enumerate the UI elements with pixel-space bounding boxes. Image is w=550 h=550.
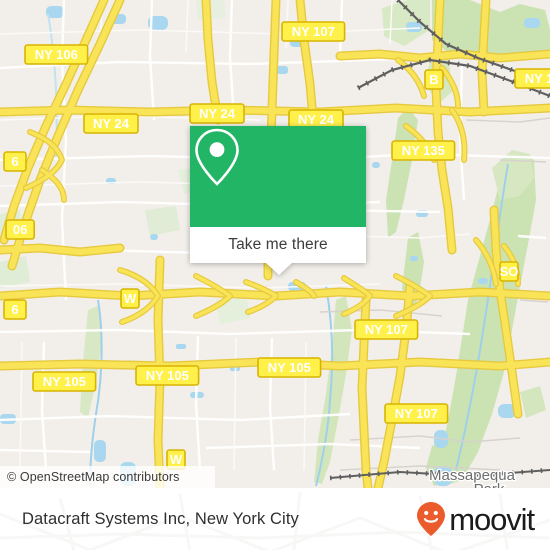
road-shield-label: NY 24 — [298, 112, 335, 127]
road-shield: 06 — [5, 219, 36, 240]
road-shield-label: NY 105 — [268, 360, 311, 375]
road-shield-label: W — [170, 452, 183, 467]
road-shield-label: W — [124, 291, 137, 306]
road-shield: NY 106 — [24, 44, 89, 65]
road-shield-label: 06 — [13, 222, 27, 237]
road-shield: NY 107 — [384, 403, 449, 424]
road-shield: NY 109 — [514, 68, 550, 89]
road-shield: NY 105 — [135, 365, 200, 386]
road-shield-label: NY 106 — [35, 47, 78, 62]
popup-pointer — [266, 263, 292, 275]
moovit-logo[interactable]: moovit — [416, 501, 535, 537]
moovit-wordmark: moovit — [449, 501, 535, 537]
road-shield: NY 135 — [391, 140, 456, 161]
road-shield: NY 105 — [257, 357, 322, 378]
map-pin-icon — [195, 128, 239, 186]
road-shield: NY 24 — [189, 103, 245, 124]
take-me-there-button[interactable]: Take me there — [190, 227, 366, 263]
road-shield-label: NY 135 — [402, 143, 445, 158]
road-shield: NY 24 — [83, 113, 139, 134]
moovit-smiley-pin-icon — [417, 502, 446, 536]
road-shield-label: NY 107 — [365, 322, 408, 337]
road-shield-label: NY 109 — [525, 71, 550, 86]
footer-bar: Datacraft Systems Inc, New York City moo… — [0, 488, 550, 550]
road-shield: NY 105 — [32, 371, 97, 392]
road-shield-label: SO — [500, 264, 519, 279]
road-shield-label: NY 24 — [93, 116, 130, 131]
road-shield-label: NY 105 — [43, 374, 86, 389]
footer-content: Datacraft Systems Inc, New York City moo… — [0, 488, 550, 550]
road-shield-label: NY 107 — [292, 24, 335, 39]
map-canvas[interactable]: Massapequa Park NY 106NY 24NY 24NY 24NY … — [0, 0, 550, 488]
place-label: Park — [474, 481, 505, 488]
location-popup-card[interactable]: Take me there — [190, 126, 366, 275]
road-shield: W — [120, 288, 140, 309]
take-me-there-label: Take me there — [228, 236, 328, 253]
osm-attribution[interactable]: © OpenStreetMap contributors — [0, 466, 215, 488]
osm-attribution-text: © OpenStreetMap contributors — [7, 470, 180, 484]
footer-title: Datacraft Systems Inc, New York City — [22, 509, 299, 528]
road-shield: 6 — [3, 151, 27, 172]
road-shield-label: NY 107 — [395, 406, 438, 421]
road-shield: NY 107 — [281, 21, 346, 42]
road-shield-label: 6 — [11, 302, 18, 317]
moovit-map-screenshot: Massapequa Park NY 106NY 24NY 24NY 24NY … — [0, 0, 550, 550]
road-shield-label: NY 24 — [199, 106, 236, 121]
road-shield: B — [424, 69, 444, 90]
popup-pin-panel — [190, 126, 366, 227]
road-shield-label: B — [429, 72, 438, 87]
road-shield: 6 — [3, 299, 27, 320]
road-shield: SO — [499, 261, 519, 282]
road-shield-label: 6 — [11, 154, 18, 169]
road-shield-label: NY 105 — [146, 368, 189, 383]
road-shield: NY 107 — [354, 319, 419, 340]
